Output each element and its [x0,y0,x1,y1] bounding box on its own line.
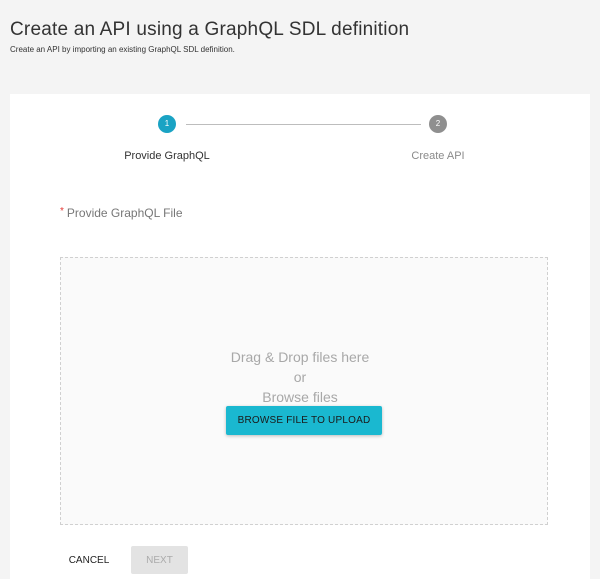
step-2-label: Create API [411,150,465,162]
create-graphql-api-page: Create an API using a GraphQL SDL defini… [0,0,600,579]
cancel-button[interactable]: CANCEL [58,546,120,574]
step-1-label: Provide GraphQL [124,150,210,162]
step-2-indicator[interactable]: 2 [429,115,447,133]
browse-file-button[interactable]: BROWSE FILE TO UPLOAD [226,406,382,435]
next-button[interactable]: NEXT [131,546,188,574]
page-title: Create an API using a GraphQL SDL defini… [10,19,410,40]
page-subtitle: Create an API by importing an existing G… [10,45,235,54]
graphql-file-field-label: * Provide GraphQL File [60,206,183,220]
step-connector [186,124,421,125]
graphql-file-label-text: Provide GraphQL File [66,206,183,220]
dropzone-drag-text: Drag & Drop files here [230,349,370,365]
page-header: Create an API using a GraphQL SDL defini… [10,18,590,55]
dropzone-browse-text: Browse files [262,389,338,405]
wizard-card: 1 2 Provide GraphQL Create API * Provide … [10,94,590,579]
required-marker: * [60,206,64,217]
stepper: 1 2 Provide GraphQL Create API [10,94,590,174]
dropzone-or-text: or [293,369,307,385]
step-1-indicator[interactable]: 1 [158,115,176,133]
